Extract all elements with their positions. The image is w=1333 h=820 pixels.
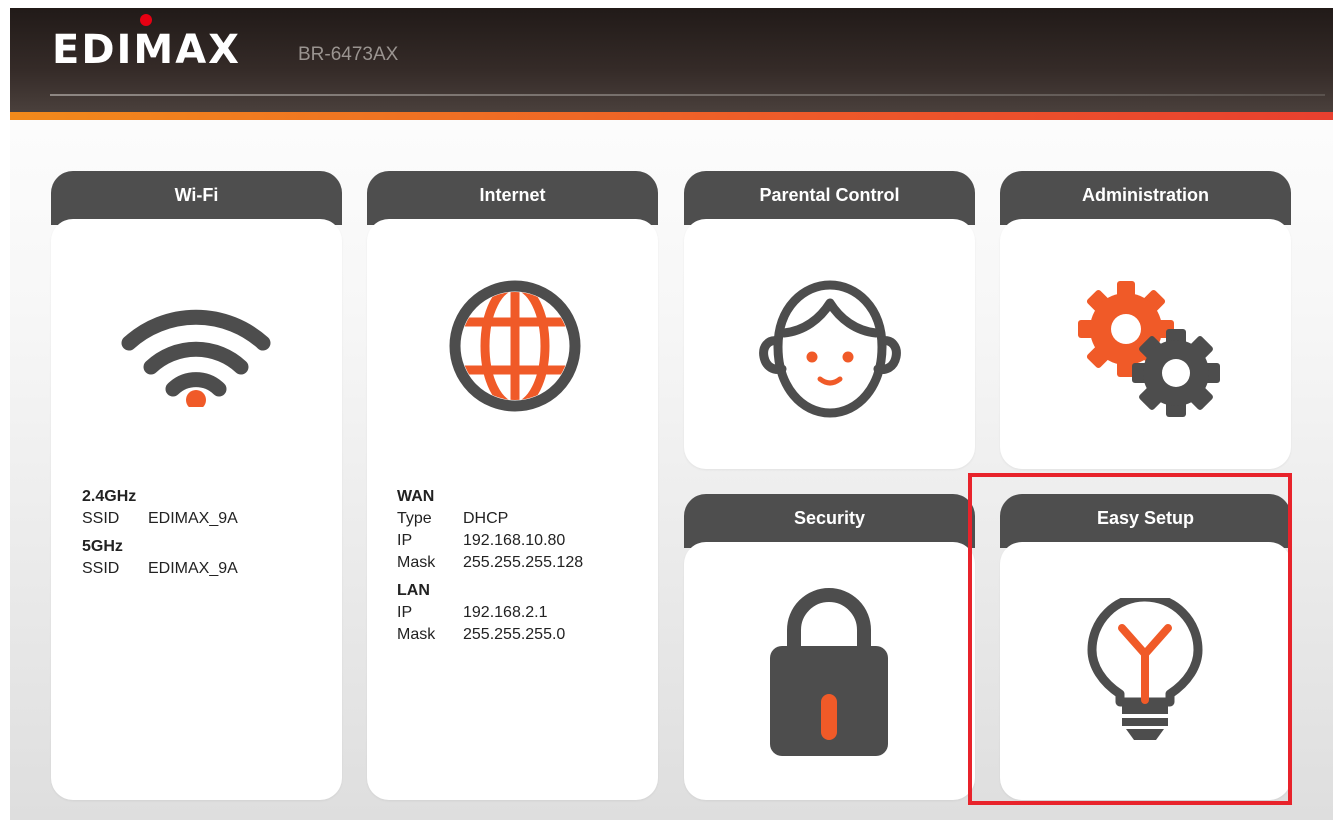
security-card[interactable]: Security <box>684 494 975 800</box>
header-divider <box>50 94 1325 96</box>
ssid-label: SSID <box>82 560 120 577</box>
wifi-card[interactable]: Wi-Fi 2.4GHz SSID EDIMAX_9A 5GHz SSID ED… <box>51 171 342 800</box>
wan-mask-value: 255.255.255.128 <box>463 554 584 571</box>
wan-type-label: Type <box>397 510 432 527</box>
globe-icon <box>449 280 581 412</box>
gears-icon <box>1078 281 1220 417</box>
ssid-5ghz-value: EDIMAX_9A <box>148 560 238 577</box>
logo-dot <box>140 14 152 26</box>
lan-ip-label: IP <box>397 604 413 621</box>
security-card-body[interactable] <box>684 542 975 800</box>
ssid-label: SSID <box>82 510 120 527</box>
administration-card-body[interactable] <box>1000 219 1291 469</box>
wan-ip-value: 192.168.10.80 <box>463 532 566 549</box>
ssid-24ghz-value: EDIMAX_9A <box>148 510 238 527</box>
lan-ip-value: 192.168.2.1 <box>463 604 548 621</box>
edimax-logo: EDIMAX <box>52 27 242 73</box>
security-card-title[interactable]: Security <box>684 494 975 548</box>
wifi-info: 2.4GHz SSID EDIMAX_9A 5GHz SSID EDIMAX_9… <box>82 486 238 580</box>
easy-setup-highlight-box <box>968 473 1292 805</box>
wan-mask-label: Mask <box>397 554 436 571</box>
wifi-card-body[interactable]: 2.4GHz SSID EDIMAX_9A 5GHz SSID EDIMAX_9… <box>51 219 342 800</box>
internet-card-body[interactable]: WAN Type DHCP IP 192.168.10.80 Mask 255.… <box>367 219 658 800</box>
internet-card-title[interactable]: Internet <box>367 171 658 225</box>
child-face-icon <box>759 280 901 418</box>
administration-card-title[interactable]: Administration <box>1000 171 1291 225</box>
wifi-card-title[interactable]: Wi-Fi <box>51 171 342 225</box>
lan-mask-label: Mask <box>397 626 436 643</box>
parental-control-card-title[interactable]: Parental Control <box>684 171 975 225</box>
wan-heading: WAN <box>397 488 435 505</box>
wifi-icon <box>121 309 271 407</box>
internet-card[interactable]: Internet WAN Type DHCP IP 192.168.10.80 … <box>367 171 658 800</box>
wan-type-value: DHCP <box>463 510 509 527</box>
band-5ghz-label: 5GHz <box>82 538 123 555</box>
parental-control-card[interactable]: Parental Control <box>684 171 975 469</box>
top-header: EDIMAX BR-6473AX <box>10 8 1333 112</box>
wan-ip-label: IP <box>397 532 413 549</box>
padlock-icon <box>770 588 888 756</box>
accent-bar <box>10 112 1333 120</box>
lan-heading: LAN <box>397 582 430 599</box>
administration-card[interactable]: Administration <box>1000 171 1291 469</box>
band-24ghz-label: 2.4GHz <box>82 488 137 505</box>
lan-mask-value: 255.255.255.0 <box>463 626 566 643</box>
parental-control-card-body[interactable] <box>684 219 975 469</box>
internet-info: WAN Type DHCP IP 192.168.10.80 Mask 255.… <box>397 486 583 646</box>
model-name: BR-6473AX <box>298 44 399 65</box>
